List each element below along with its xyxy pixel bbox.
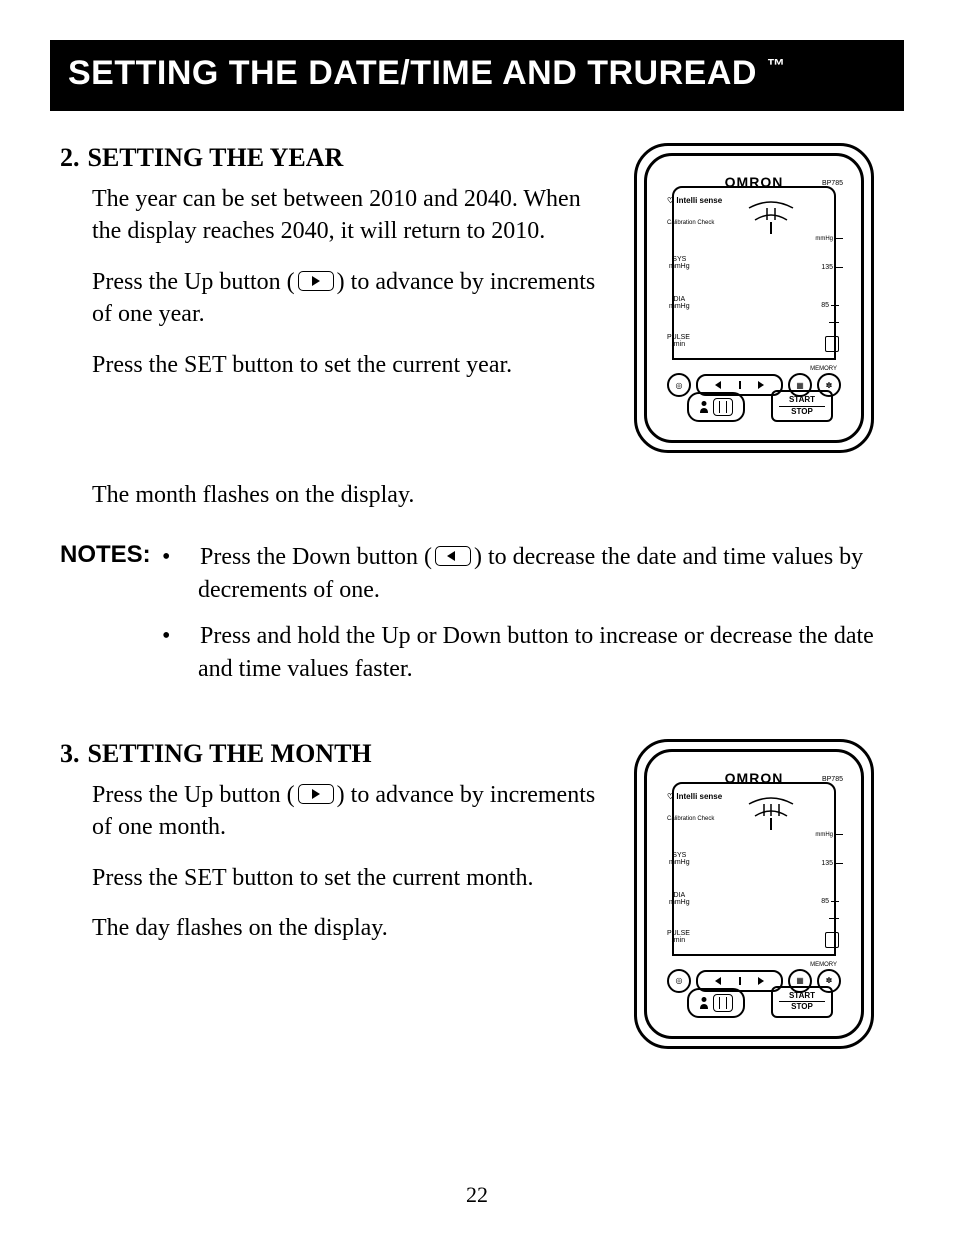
sec3-para1: Press the Up button () to advance by inc… bbox=[92, 779, 616, 844]
battery-icon bbox=[825, 336, 839, 352]
set-button-icon: ◎ bbox=[667, 373, 691, 397]
mmhg-label: mmHg bbox=[815, 832, 843, 838]
user-switch bbox=[687, 988, 745, 1018]
page-title-banner: SETTING THE DATE/TIME AND TRUREAD ™ bbox=[50, 40, 904, 111]
notes-body: • Press the Down button () to decrease t… bbox=[180, 541, 894, 699]
intelli-label: ♡ Intelli sense bbox=[667, 196, 722, 205]
scale-85: 85 bbox=[821, 302, 839, 309]
sec3-para3: The day flashes on the display. bbox=[92, 912, 616, 944]
section-3-heading: 3. SETTING THE MONTH bbox=[60, 739, 616, 769]
scale-dash bbox=[829, 918, 839, 919]
cal-label: Calibration Check bbox=[667, 816, 714, 822]
section-number: 2. bbox=[60, 143, 80, 172]
scale-135: 135 bbox=[821, 264, 843, 271]
cal-label: Calibration Check bbox=[667, 220, 714, 226]
sys-label: SYSmmHg bbox=[669, 256, 690, 270]
section-2-heading: 2. SETTING THE YEAR bbox=[60, 143, 616, 173]
user-switch bbox=[687, 392, 745, 422]
slider-icon bbox=[713, 994, 733, 1012]
section-number: 3. bbox=[60, 739, 80, 768]
sys-label: SYSmmHg bbox=[669, 852, 690, 866]
set-button-icon: ◎ bbox=[667, 969, 691, 993]
sec2-para2: Press the Up button () to advance by inc… bbox=[92, 266, 616, 331]
up-button-icon bbox=[298, 271, 334, 291]
scale-135: 135 bbox=[821, 860, 843, 867]
device-figure-2: OMRON BP785 ♡ Intelli sense Calibration … bbox=[634, 739, 894, 1049]
section-heading-text: SETTING THE MONTH bbox=[88, 739, 372, 768]
up-button-icon bbox=[298, 784, 334, 804]
note-2: • Press and hold the Up or Down button t… bbox=[180, 620, 894, 685]
intelli-label: ♡ Intelli sense bbox=[667, 792, 722, 801]
device-figure-1: OMRON BP785 ♡ Intelli sense Calibration … bbox=[634, 143, 894, 453]
note-1: • Press the Down button () to decrease t… bbox=[180, 541, 894, 606]
page-number: 22 bbox=[0, 1182, 954, 1208]
dia-label: DIAmmHg bbox=[669, 296, 690, 310]
user-icon bbox=[699, 996, 709, 1010]
sec2-para1: The year can be set between 2010 and 204… bbox=[92, 183, 616, 248]
memory-label: MEMORY bbox=[810, 366, 837, 372]
memory-label: MEMORY bbox=[810, 962, 837, 968]
battery-icon bbox=[825, 932, 839, 948]
trademark: ™ bbox=[767, 56, 786, 76]
section-heading-text: SETTING THE YEAR bbox=[88, 143, 344, 172]
sec3-para2: Press the SET button to set the current … bbox=[92, 862, 616, 894]
mmhg-label: mmHg bbox=[815, 236, 843, 242]
sec2-para3: Press the SET button to set the current … bbox=[92, 349, 616, 381]
pulse-label: PULSE/min bbox=[667, 334, 690, 348]
sec2-para4: The month flashes on the display. bbox=[92, 479, 894, 511]
start-stop-button: STARTSTOP bbox=[771, 390, 833, 422]
pulse-label: PULSE/min bbox=[667, 930, 690, 944]
dia-label: DIAmmHg bbox=[669, 892, 690, 906]
scale-85: 85 bbox=[821, 898, 839, 905]
start-stop-button: STARTSTOP bbox=[771, 986, 833, 1018]
scale-dash bbox=[829, 322, 839, 323]
user-icon bbox=[699, 400, 709, 414]
down-button-icon bbox=[435, 546, 471, 566]
title-text: SETTING THE DATE/TIME AND TRUREAD bbox=[68, 54, 757, 92]
slider-icon bbox=[713, 398, 733, 416]
